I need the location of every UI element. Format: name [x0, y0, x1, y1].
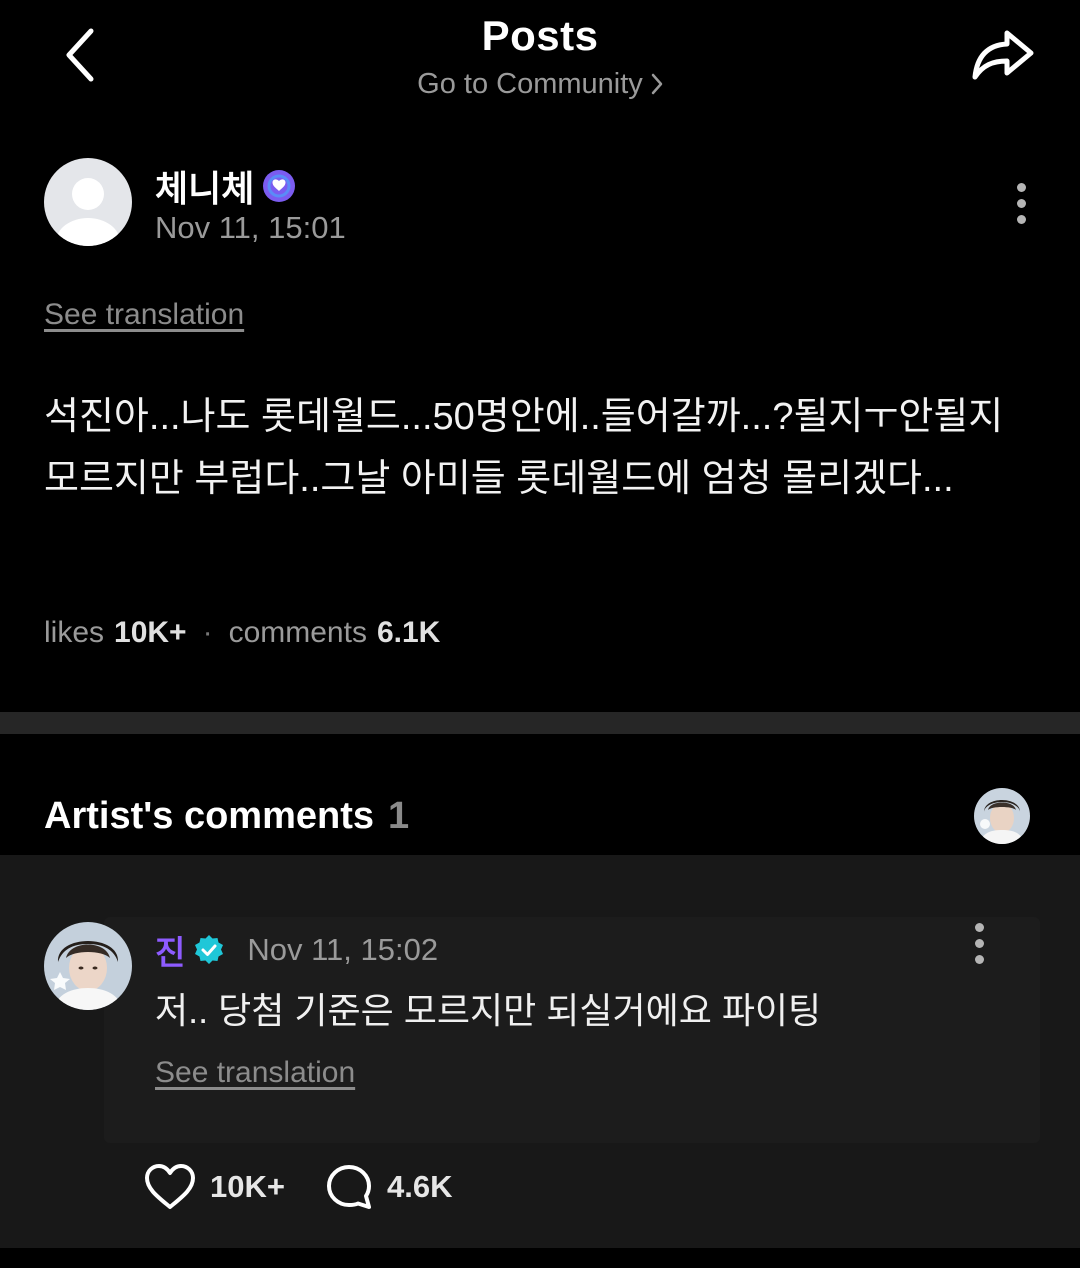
post-more-button[interactable] [1001, 173, 1041, 233]
artist-avatar[interactable] [44, 922, 132, 1010]
community-link-label: Go to Community [417, 68, 643, 100]
comment-see-translation-link[interactable]: See translation [155, 1056, 355, 1090]
verified-badge-icon [263, 170, 296, 202]
author-name-row[interactable]: 체니체 [155, 160, 296, 212]
comments-label: comments [228, 616, 367, 649]
section-divider [0, 712, 1080, 734]
go-to-community-link[interactable]: Go to Community [0, 68, 1080, 101]
comment-text: 저.. 당첨 기준은 모르지만 되실거에요 파이팅 [155, 990, 822, 1031]
more-dot [974, 954, 984, 964]
artist-photo-icon [974, 788, 1030, 844]
post-timestamp: Nov 11, 15:01 [155, 210, 346, 245]
like-button[interactable]: 10K+ [144, 1163, 285, 1211]
more-vertical-icon [1016, 182, 1026, 192]
artist-comments-count: 1 [388, 795, 410, 837]
page-title: Posts [481, 12, 599, 59]
verified-badge-icon [195, 935, 224, 964]
like-count: 10K+ [210, 1169, 285, 1204]
artist-mini-avatar[interactable] [974, 788, 1030, 844]
more-dot [1016, 214, 1026, 224]
comments-count: 6.1K [376, 616, 441, 649]
more-dot [974, 938, 984, 948]
comment-header: 진 Nov 11, 15:02 [155, 926, 438, 974]
share-icon [972, 30, 1034, 80]
author-name: 체니체 [155, 168, 255, 209]
artist-comments-title: Artist's comments [44, 795, 375, 837]
artist-photo-icon [44, 922, 132, 1010]
heart-icon [145, 1164, 195, 1209]
reply-count: 4.6K [386, 1169, 453, 1204]
post-detail-screen: Posts Go to Community 체니체 Nov 11, 15:01 … [0, 0, 1080, 1268]
reply-button[interactable]: 4.6K [325, 1163, 452, 1211]
comment-bubble-icon [326, 1165, 371, 1209]
chevron-right-icon [651, 73, 663, 95]
top-bar: Posts Go to Community [0, 0, 1080, 120]
artist-name[interactable]: 진 [155, 926, 185, 974]
comment-timestamp: Nov 11, 15:02 [247, 932, 439, 967]
post-body-text: 석진아...나도 롯데월드...50명안에..들어갈까...?될지ㅜ안될지 모르… [44, 396, 1004, 500]
likes-count: 10K+ [114, 616, 187, 649]
more-vertical-icon [974, 922, 984, 932]
likes-label: likes [44, 616, 105, 649]
author-avatar[interactable] [44, 158, 132, 246]
artist-comments-heading: Artist's comments 1 [44, 795, 409, 838]
post-see-translation-link[interactable]: See translation [44, 298, 244, 332]
separator-dot: · [202, 616, 213, 649]
comment-actions: 10K+ 4.6K [144, 1163, 452, 1211]
post-stats: likes 10K+ · comments 6.1K [44, 616, 440, 650]
more-dot [1016, 198, 1026, 208]
share-button[interactable] [966, 22, 1040, 88]
default-user-icon [56, 178, 120, 246]
comment-more-button[interactable] [959, 913, 999, 973]
